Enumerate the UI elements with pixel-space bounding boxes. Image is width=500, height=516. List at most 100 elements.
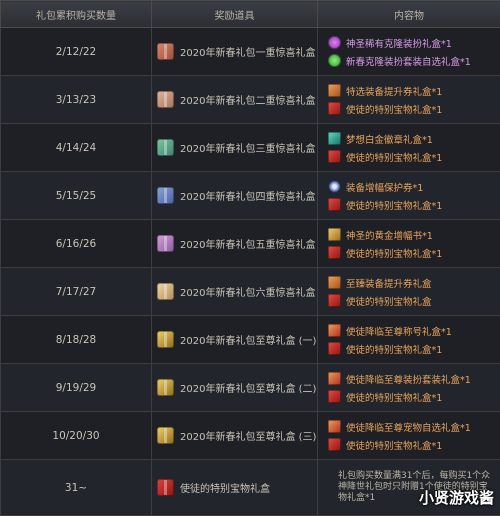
content-item[interactable]: 使徒降临至尊装扮套装礼盒*1: [328, 371, 500, 387]
reward-item[interactable]: 2020年新春礼包六重惊喜礼盒: [152, 283, 317, 300]
content-item[interactable]: 梦想白金徽章礼盒*1: [328, 131, 500, 147]
table-row: 3/13/23 2020年新春礼包二重惊喜礼盒 特选装备提升券礼盒*1 使徒的特别宝物…: [1, 76, 500, 124]
gift-box-icon: [157, 379, 174, 396]
red-box-icon: [328, 438, 341, 451]
reward-item-label: 2020年新春礼包四重惊喜礼盒: [180, 188, 315, 203]
table-row: 2/12/222020年新春礼包一重惊喜礼盒神圣稀有克隆装扮礼盒*1新春克隆装扮…: [1, 28, 500, 76]
reward-cell: 2020年新春礼包六重惊喜礼盒: [152, 268, 318, 316]
contents-cell: 使徒降临至尊装扮套装礼盒*1 使徒的特别宝物礼盒*1: [318, 364, 500, 412]
content-item-label: 使徒降临至尊称号礼盒*1: [346, 324, 452, 338]
purchase-count-cell: 3/13/23: [1, 76, 152, 124]
reward-item-label: 2020年新春礼包二重惊喜礼盒: [180, 92, 315, 107]
gift-box-icon: [157, 139, 174, 156]
content-item-label: 使徒的特别宝物礼盒*1: [346, 438, 442, 452]
header-purchase-count: 礼包累积购买数量: [1, 1, 152, 28]
content-item[interactable]: 装备增幅保护券*1: [328, 179, 500, 195]
reward-item[interactable]: 2020年新春礼包四重惊喜礼盒: [152, 187, 317, 204]
watermark: 小贤游戏酱: [419, 487, 494, 508]
purchase-count-cell: 8/18/28: [1, 316, 152, 364]
reward-cell: 2020年新春礼包四重惊喜礼盒: [152, 172, 318, 220]
content-item-label: 特选装备提升券礼盒*1: [346, 84, 442, 98]
gift-box-icon: [157, 91, 174, 108]
content-item[interactable]: 至臻装备提升券礼盒: [328, 275, 500, 291]
reward-item-label: 使徒的特别宝物礼盒: [180, 480, 270, 495]
content-item-label: 使徒的特别宝物礼盒*1: [346, 102, 442, 116]
reward-item[interactable]: 2020年新春礼包至尊礼盒 (三): [152, 427, 317, 444]
header-reward-item: 奖励道具: [152, 1, 318, 28]
content-item[interactable]: 使徒的特别宝物礼盒*1: [328, 197, 500, 213]
content-item[interactable]: 使徒的特别宝物礼盒*1: [328, 389, 500, 405]
content-item[interactable]: 神圣稀有克隆装扮礼盒*1: [328, 35, 500, 51]
content-item[interactable]: 使徒的特别宝物礼盒: [328, 293, 500, 309]
content-item[interactable]: 新春克隆装扮套装自选礼盒*1: [328, 53, 500, 69]
reward-item-label: 2020年新春礼包六重惊喜礼盒: [180, 284, 315, 299]
content-item[interactable]: 使徒的特别宝物礼盒*1: [328, 101, 500, 117]
content-item[interactable]: 使徒的特别宝物礼盒*1: [328, 437, 500, 453]
red-box-icon: [328, 246, 341, 259]
contents-cell: 使徒降临至尊称号礼盒*1 使徒的特别宝物礼盒*1: [318, 316, 500, 364]
swirl-icon: [328, 180, 341, 193]
reward-cell: 2020年新春礼包一重惊喜礼盒: [152, 28, 318, 76]
purchase-count-cell: 4/14/24: [1, 124, 152, 172]
reward-cell: 2020年新春礼包二重惊喜礼盒: [152, 76, 318, 124]
reward-cell: 2020年新春礼包至尊礼盒 (三): [152, 412, 318, 460]
contents-cell: 神圣稀有克隆装扮礼盒*1 新春克隆装扮套装自选礼盒*1: [318, 28, 500, 76]
table-row: 4/14/242020年新春礼包三重惊喜礼盒梦想白金徽章礼盒*1 使徒的特别宝物礼…: [1, 124, 500, 172]
gift-box-icon: [157, 427, 174, 444]
reward-cell: 2020年新春礼包五重惊喜礼盒: [152, 220, 318, 268]
red-box-icon: [328, 102, 341, 115]
contents-cell: 至臻装备提升券礼盒使徒的特别宝物礼盒: [318, 268, 500, 316]
content-item-label: 使徒的特别宝物礼盒: [346, 294, 432, 308]
red-box-icon: [328, 198, 341, 211]
reward-item[interactable]: 2020年新春礼包一重惊喜礼盒: [152, 43, 317, 60]
table-row: 8/18/28 2020年新春礼包至尊礼盒 (一) 使徒降临至尊称号礼盒*1 使徒的特…: [1, 316, 500, 364]
reward-item[interactable]: 2020年新春礼包至尊礼盒 (二): [152, 379, 317, 396]
content-item[interactable]: 使徒降临至尊称号礼盒*1: [328, 323, 500, 339]
reward-item-label: 2020年新春礼包至尊礼盒 (三): [180, 428, 316, 443]
gift-box-icon: [157, 331, 174, 348]
content-item[interactable]: 神圣的黄金增幅书*1: [328, 227, 500, 243]
purchase-count-cell: 31~: [1, 460, 152, 516]
reward-cell: 2020年新春礼包至尊礼盒 (二): [152, 364, 318, 412]
content-item[interactable]: 使徒降临至尊宠物自选礼盒*1: [328, 419, 500, 435]
content-item-label: 装备增幅保护券*1: [346, 180, 423, 194]
reward-item-label: 2020年新春礼包一重惊喜礼盒: [180, 44, 315, 59]
reward-item[interactable]: 2020年新春礼包五重惊喜礼盒: [152, 235, 317, 252]
contents-cell: 特选装备提升券礼盒*1 使徒的特别宝物礼盒*1: [318, 76, 500, 124]
green-orb-icon: [328, 54, 341, 67]
table-row: 7/17/272020年新春礼包六重惊喜礼盒至臻装备提升券礼盒使徒的特别宝物礼盒: [1, 268, 500, 316]
content-item-label: 使徒的特别宝物礼盒*1: [346, 150, 442, 164]
contents-cell: 使徒降临至尊宠物自选礼盒*1 使徒的特别宝物礼盒*1: [318, 412, 500, 460]
reward-item-label: 2020年新春礼包至尊礼盒 (二): [180, 380, 316, 395]
content-item[interactable]: 使徒的特别宝物礼盒*1: [328, 149, 500, 165]
reward-cell: 2020年新春礼包三重惊喜礼盒: [152, 124, 318, 172]
red-box-icon: [328, 294, 341, 307]
content-item-label: 使徒的特别宝物礼盒*1: [346, 198, 442, 212]
table-row: 10/20/302020年新春礼包至尊礼盒 (三)使徒降临至尊宠物自选礼盒*1使…: [1, 412, 500, 460]
content-item[interactable]: 使徒的特别宝物礼盒*1: [328, 245, 500, 261]
reward-item[interactable]: 2020年新春礼包至尊礼盒 (一): [152, 331, 317, 348]
table-row: 9/19/292020年新春礼包至尊礼盒 (二)使徒降临至尊装扮套装礼盒*1使徒…: [1, 364, 500, 412]
reward-item[interactable]: 使徒的特别宝物礼盒: [152, 479, 317, 496]
header-contents: 内容物: [318, 1, 500, 28]
gold-box-icon: [328, 372, 341, 385]
reward-item[interactable]: 2020年新春礼包二重惊喜礼盒: [152, 91, 317, 108]
gold-box-icon: [328, 420, 341, 433]
gift-box-icon: [157, 235, 174, 252]
reward-cell: 使徒的特别宝物礼盒: [152, 460, 318, 516]
content-item-label: 使徒的特别宝物礼盒*1: [346, 246, 442, 260]
content-item-label: 新春克隆装扮套装自选礼盒*1: [346, 54, 471, 68]
content-item-label: 至臻装备提升券礼盒: [346, 276, 432, 290]
content-item-label: 使徒的特别宝物礼盒*1: [346, 390, 442, 404]
orange-box-icon: [328, 276, 341, 289]
reward-item[interactable]: 2020年新春礼包三重惊喜礼盒: [152, 139, 317, 156]
table-row: 6/16/262020年新春礼包五重惊喜礼盒神圣的黄金增幅书*1使徒的特别宝物礼…: [1, 220, 500, 268]
red-box-icon: [157, 479, 174, 496]
table-row: 5/15/252020年新春礼包四重惊喜礼盒装备增幅保护券*1使徒的特别宝物礼盒…: [1, 172, 500, 220]
orange-box-icon: [328, 84, 341, 97]
reward-cell: 2020年新春礼包至尊礼盒 (一): [152, 316, 318, 364]
content-item[interactable]: 特选装备提升券礼盒*1: [328, 83, 500, 99]
reward-item-label: 2020年新春礼包至尊礼盒 (一): [180, 332, 316, 347]
content-item[interactable]: 使徒的特别宝物礼盒*1: [328, 341, 500, 357]
contents-cell: 神圣的黄金增幅书*1 使徒的特别宝物礼盒*1: [318, 220, 500, 268]
